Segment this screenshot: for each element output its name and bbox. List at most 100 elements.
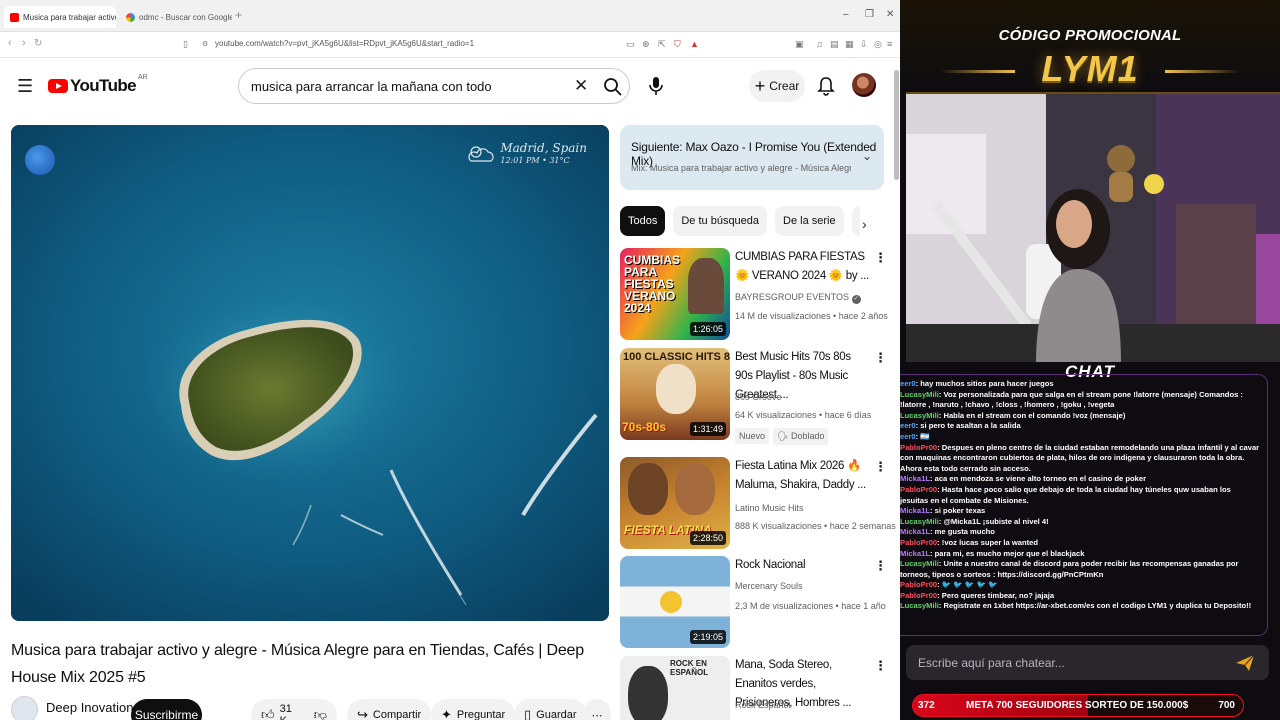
like-icon[interactable]: 👍︎ bbox=[261, 707, 275, 720]
youtube-header: ☰ YouTube AR musica para arrancar la mañ… bbox=[0, 58, 900, 118]
chevron-down-icon[interactable]: ⌄ bbox=[862, 149, 872, 163]
chip-deep-house[interactable]: Deep House bbox=[851, 206, 860, 236]
video-thumbnail[interactable]: CUMBIAS PARA FIESTAS VERANO 2024 1:26:05 bbox=[620, 248, 730, 340]
wallet-icon[interactable]: ▦ bbox=[845, 39, 854, 50]
chip-from-search[interactable]: De tu búsqueda bbox=[673, 206, 768, 236]
chat-message: LucasyMili: @Micka1L ¡subiste al nivel 4… bbox=[900, 517, 1261, 528]
account-avatar[interactable] bbox=[852, 73, 876, 97]
list-item[interactable]: ROCK EN ESPAÑOL Mana, Soda Stereo, Enani… bbox=[620, 656, 890, 720]
new-tab-button[interactable]: + bbox=[235, 8, 242, 22]
video-thumbnail[interactable]: ROCK EN ESPAÑOL bbox=[620, 656, 730, 720]
shield-icon[interactable]: ⛉ bbox=[674, 39, 681, 50]
channel-name[interactable]: Deep Inovation bbox=[46, 700, 133, 715]
clear-search-icon[interactable]: ✕ bbox=[574, 76, 588, 96]
chat-username[interactable]: LucasyMili bbox=[900, 601, 939, 610]
restore-icon[interactable]: ❐ bbox=[865, 9, 874, 20]
like-count[interactable]: 31 K bbox=[280, 703, 301, 720]
chat-username[interactable]: Micka1L bbox=[900, 474, 930, 483]
channel-avatar[interactable] bbox=[11, 696, 38, 720]
chat-username[interactable]: LucasyMili bbox=[900, 517, 939, 526]
chat-username[interactable]: eer0 bbox=[900, 379, 916, 388]
chat-username[interactable]: LucasyMili bbox=[900, 411, 939, 420]
video-thumbnail[interactable]: 100 CLASSIC HITS 80S 70s-80s 1:31:49 bbox=[620, 348, 730, 440]
minimize-icon[interactable]: – bbox=[843, 9, 849, 20]
chat-text: : 🇦🇷 bbox=[915, 431, 930, 441]
list-item[interactable]: FIESTA LATINA 2:28:50 Fiesta Latina Mix … bbox=[620, 457, 896, 549]
chat-username[interactable]: PabloPr00 bbox=[900, 538, 937, 547]
video-player[interactable]: Madrid, Spain 12:01 PM • 31°C bbox=[11, 125, 609, 621]
chat-username[interactable]: PabloPr00 bbox=[900, 485, 937, 494]
chat-input[interactable]: Escribe aquí para chatear... bbox=[906, 645, 1269, 680]
chat-username[interactable]: Micka1L bbox=[900, 527, 930, 536]
tab-google[interactable]: odmc - Buscar con Google bbox=[120, 6, 232, 28]
back-icon[interactable]: ‹ bbox=[8, 37, 12, 49]
chat-username[interactable]: eer0 bbox=[900, 432, 916, 441]
vpn-icon[interactable]: ◎ bbox=[874, 39, 882, 50]
subscribe-button[interactable]: Suscribirme bbox=[131, 699, 202, 720]
forward-icon[interactable]: › bbox=[22, 37, 26, 49]
chat-username[interactable]: Micka1L bbox=[900, 549, 930, 558]
notifications-bell-icon[interactable] bbox=[816, 75, 836, 97]
screenshot-icon[interactable]: ▭ bbox=[626, 39, 635, 50]
list-item[interactable]: 100 CLASSIC HITS 80S 70s-80s 1:31:49 Bes… bbox=[620, 348, 890, 445]
menu-icon[interactable]: ≡ bbox=[887, 39, 892, 49]
save-button[interactable]: ▯ Guardar bbox=[514, 699, 587, 720]
goal-label: META 700 SEGUIDORES SORTEO DE 150.000$ bbox=[966, 700, 1189, 711]
sidebar-icon[interactable]: ▣ bbox=[795, 39, 804, 50]
chat-message: PabloPr00: 🐦 🐦 🐦 🐦 🐦 bbox=[900, 580, 1261, 591]
rec-more-icon[interactable]: ⋮ bbox=[874, 250, 887, 266]
download-icon[interactable]: ⇩ bbox=[860, 39, 868, 50]
hamburger-menu-icon[interactable]: ☰ bbox=[17, 76, 33, 97]
chat-username[interactable]: PabloPr00 bbox=[900, 443, 937, 452]
create-button[interactable]: + Crear bbox=[749, 70, 805, 102]
close-window-icon[interactable]: ✕ bbox=[886, 9, 894, 20]
alert-icon[interactable]: ▲ bbox=[690, 39, 699, 49]
chevron-right-icon[interactable]: › bbox=[862, 216, 867, 232]
share-label: Compartir bbox=[372, 709, 422, 720]
chip-series[interactable]: De la serie bbox=[775, 206, 844, 236]
chat-username[interactable]: Micka1L bbox=[900, 506, 930, 515]
chat-username[interactable]: PabloPr00 bbox=[900, 580, 937, 589]
search-input[interactable]: musica para arrancar la mañana con todo … bbox=[238, 68, 630, 104]
music-icon[interactable]: ♫ bbox=[816, 39, 823, 49]
site-info-icon[interactable]: ⚙ bbox=[202, 40, 208, 48]
dubbed-icon: 🗣︎ bbox=[777, 431, 791, 441]
ask-button[interactable]: ✦ Preguntar bbox=[431, 699, 516, 720]
more-actions-button[interactable]: ⋯ bbox=[583, 699, 611, 720]
list-item[interactable]: 2:19:05 Rock Nacional Mercenary Souls 2,… bbox=[620, 556, 890, 648]
search-icon[interactable] bbox=[603, 77, 623, 97]
chat-text: : Despues en pleno centro de la ciudad e… bbox=[900, 442, 1260, 473]
url-field[interactable]: youtube.com/watch?v=pvt_jKA5g6U&list=RDp… bbox=[215, 39, 474, 48]
chat-text: : Pero queres timbear, no? jajaja bbox=[937, 590, 1055, 600]
bookmark-icon[interactable]: ▯ bbox=[183, 39, 188, 50]
chat-text: : !voz lucas super la wanted bbox=[937, 537, 1039, 547]
rec-more-icon[interactable]: ⋮ bbox=[874, 558, 887, 574]
reload-icon[interactable]: ↻ bbox=[34, 38, 42, 49]
video-thumbnail[interactable]: 2:19:05 bbox=[620, 556, 730, 648]
youtube-logo[interactable]: YouTube AR bbox=[48, 74, 148, 96]
dislike-icon[interactable]: 👎︎ bbox=[314, 707, 327, 720]
video-title: Musica para trabajar activo y alegre - M… bbox=[11, 642, 584, 686]
chat-username[interactable]: PabloPr00 bbox=[900, 591, 937, 600]
zoom-icon[interactable]: ⊕ bbox=[642, 39, 650, 50]
chat-message: eer0: si pero te asaltan a la salida bbox=[900, 421, 1261, 432]
share-page-icon[interactable]: ⇱ bbox=[658, 39, 666, 50]
rec-more-icon[interactable]: ⋮ bbox=[874, 658, 887, 674]
browser-window: Musica para trabajar activo y ... odmc -… bbox=[0, 0, 900, 720]
video-thumbnail[interactable]: FIESTA LATINA 2:28:50 bbox=[620, 457, 730, 549]
rec-more-icon[interactable]: ⋮ bbox=[874, 350, 887, 366]
sun-icon bbox=[660, 591, 682, 613]
chat-username[interactable]: LucasyMili bbox=[900, 390, 939, 399]
send-icon[interactable] bbox=[1235, 654, 1255, 672]
chat-username[interactable]: eer0 bbox=[900, 421, 916, 430]
scrollbar-thumb[interactable] bbox=[894, 70, 899, 180]
share-button[interactable]: ↪ Compartir bbox=[347, 699, 432, 720]
extensions-icon[interactable]: ▤ bbox=[830, 39, 839, 50]
tab-youtube[interactable]: Musica para trabajar activo y ... bbox=[4, 6, 116, 28]
rec-more-icon[interactable]: ⋮ bbox=[874, 459, 887, 475]
chat-username[interactable]: LucasyMili bbox=[900, 559, 939, 568]
up-next-panel[interactable]: Siguiente: Max Oazo - I Promise You (Ext… bbox=[620, 125, 884, 190]
chip-all[interactable]: Todos bbox=[620, 206, 666, 236]
microphone-icon[interactable] bbox=[646, 75, 666, 97]
list-item[interactable]: CUMBIAS PARA FIESTAS VERANO 2024 1:26:05… bbox=[620, 248, 890, 340]
